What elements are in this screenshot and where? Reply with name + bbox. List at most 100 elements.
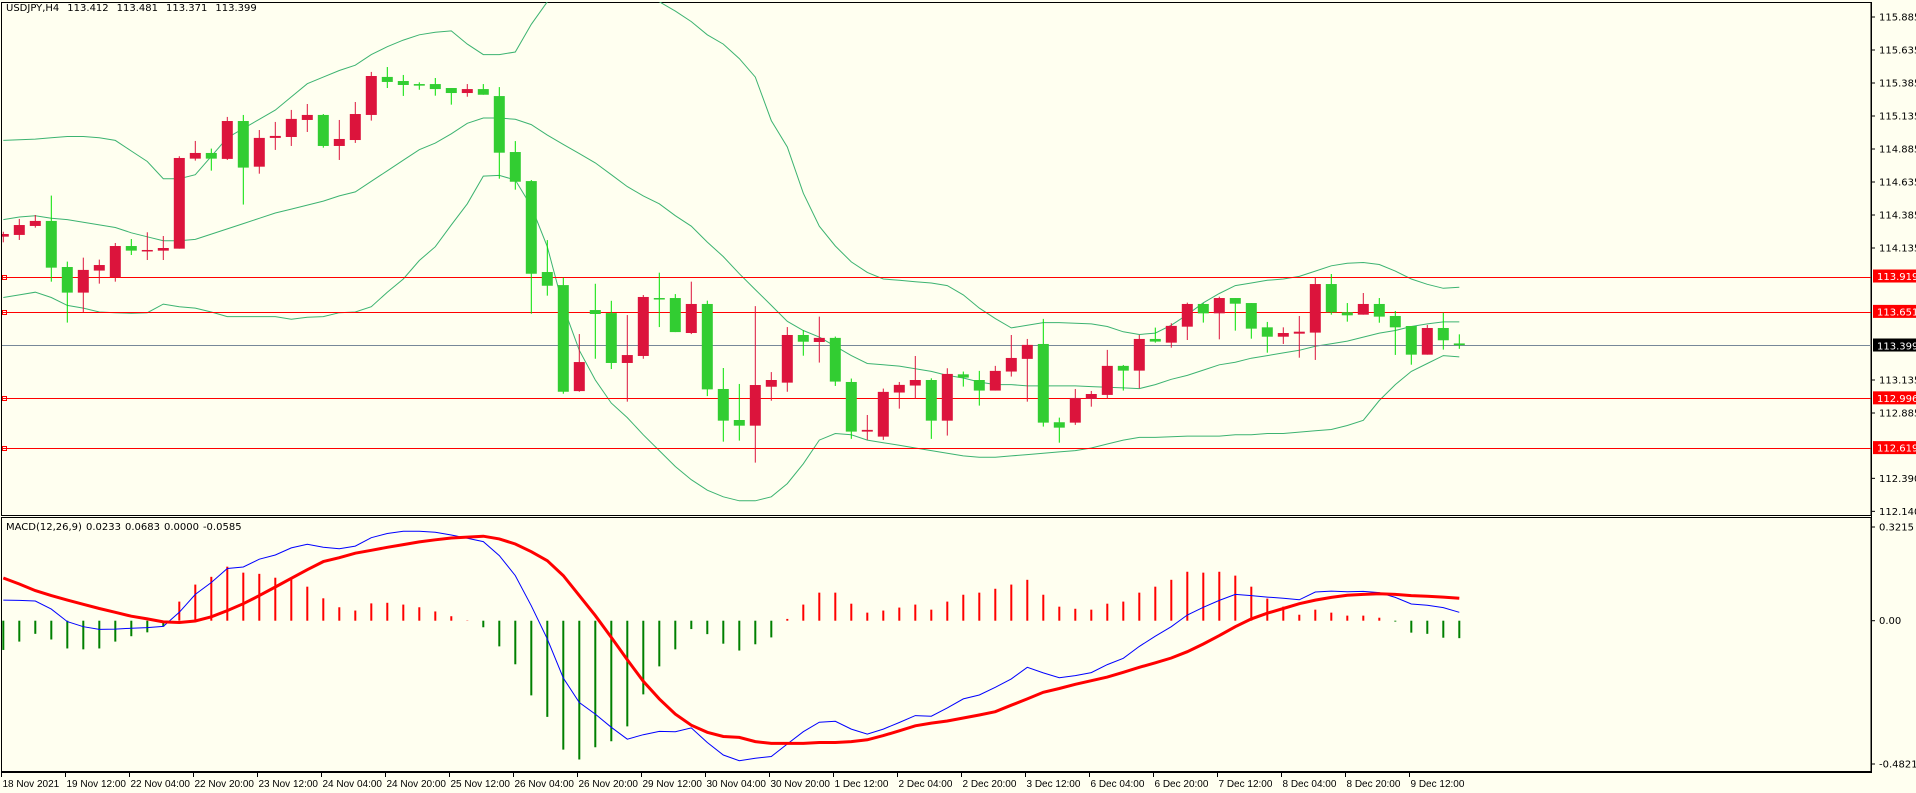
time-axis-label: 30 Nov 04:00	[707, 779, 767, 790]
chart-canvas[interactable]: 115.885 115.635 115.385 115.135 114.885 114.6…	[0, 0, 1916, 793]
time-axis-label: 24 Nov 20:00	[387, 779, 447, 790]
macd-value-4: -0.0585	[202, 522, 242, 533]
candle-body	[797, 334, 809, 342]
time-axis-label: 8 Dec 04:00	[1283, 779, 1337, 790]
candle-body	[861, 429, 873, 432]
time-axis-label: 1 Dec 12:00	[835, 779, 889, 790]
candle-body	[669, 298, 681, 333]
macd-axis-label: 0.3215	[1879, 523, 1914, 534]
quote-close: 113.399	[215, 3, 257, 14]
candle-body	[173, 157, 185, 249]
candle-body	[285, 118, 297, 137]
candle-body	[445, 88, 457, 94]
candle-body	[765, 380, 777, 387]
candle-body	[541, 272, 553, 286]
bull-candle	[781, 327, 793, 392]
macd-value-3: 0.0000	[163, 522, 199, 533]
macd-name: MACD(12,26,9)	[6, 522, 82, 533]
macd-value-1: 0.0233	[85, 522, 121, 533]
candle-body	[509, 152, 521, 182]
candle-body	[301, 114, 313, 120]
candle-body	[1437, 327, 1449, 341]
candle-body	[749, 385, 761, 426]
price-axis-label: 115.885	[1879, 13, 1916, 24]
bull-candle	[877, 388, 889, 440]
bear-candle	[701, 300, 713, 397]
candle-body	[1197, 303, 1209, 314]
macd-pane[interactable]	[1, 517, 1872, 772]
bull-candle	[637, 294, 649, 359]
candle-body	[253, 137, 265, 167]
price-axis-label: 114.385	[1879, 211, 1916, 222]
time-axis-label: 30 Nov 20:00	[771, 779, 831, 790]
candle-body	[1277, 333, 1289, 337]
bull-candle	[221, 116, 233, 160]
candle-body	[813, 337, 825, 342]
time-axis-label: 25 Nov 12:00	[451, 779, 511, 790]
candle-body	[1165, 325, 1177, 343]
candle-body	[1149, 338, 1161, 342]
candle-body	[925, 380, 937, 421]
candle-body	[877, 391, 889, 437]
candle-body	[61, 267, 73, 293]
candle-body	[1357, 303, 1369, 315]
candle-body	[589, 310, 601, 314]
candle-body	[317, 114, 329, 146]
bull-candle	[173, 156, 185, 249]
time-axis-label: 18 Nov 2021	[3, 779, 60, 790]
candle-body	[461, 89, 473, 94]
time-axis-label: 22 Nov 04:00	[131, 779, 191, 790]
candle-body	[1117, 365, 1129, 371]
candle-body	[1005, 357, 1017, 372]
candle-body	[1053, 422, 1065, 428]
candle-body	[845, 381, 857, 432]
candle-body	[1213, 298, 1225, 314]
candle-body	[493, 96, 505, 153]
candle-body	[269, 135, 281, 138]
candle-body	[333, 138, 345, 146]
price-axis-label: 112.140	[1879, 507, 1916, 518]
candle-body	[1293, 331, 1305, 334]
macd-axis-label: -0.4821	[1879, 760, 1916, 771]
price-axis-label: 115.385	[1879, 79, 1916, 90]
time-axis-label: 19 Nov 12:00	[67, 779, 127, 790]
candle-body	[621, 355, 633, 363]
time-axis-label: 29 Nov 12:00	[643, 779, 703, 790]
level-price-label: 113.919	[1877, 272, 1916, 283]
candle-body	[381, 76, 393, 82]
price-axis-label: 113.135	[1879, 376, 1916, 387]
candle-body	[1069, 397, 1081, 423]
macd-value-2: 0.0683	[124, 522, 160, 533]
candle-body	[733, 419, 745, 426]
candle-body	[1341, 312, 1353, 316]
candle-body	[109, 246, 121, 278]
time-axis-label: 2 Dec 20:00	[963, 779, 1017, 790]
candle-body	[1181, 303, 1193, 327]
candle-body	[1037, 343, 1049, 423]
bull-candle	[109, 242, 121, 282]
price-axis-label: 114.635	[1879, 178, 1916, 189]
bear-candle	[557, 277, 569, 394]
candle-body	[557, 285, 569, 392]
candle-body	[365, 76, 377, 115]
candle-body	[29, 220, 41, 226]
price-axis-label: 112.390	[1879, 474, 1916, 485]
macd-label: MACD(12,26,9) 0.0233 0.0683 0.0000 -0.0585	[6, 522, 246, 533]
candle-body	[605, 313, 617, 363]
time-axis-label: 23 Nov 12:00	[259, 779, 319, 790]
candle-body	[349, 114, 361, 141]
main-price-pane[interactable]	[1, 2, 1872, 516]
symbol-timeframe: USDJPY,H4	[6, 3, 60, 14]
candle-body	[829, 337, 841, 382]
candle-body	[1085, 393, 1097, 400]
time-axis-label: 26 Nov 04:00	[515, 779, 575, 790]
candle-body	[1421, 327, 1433, 355]
candle-body	[93, 265, 105, 271]
candle-body	[1229, 298, 1241, 304]
bull-candle	[1421, 324, 1433, 355]
candle-body	[1405, 326, 1417, 355]
quote-high: 113.481	[116, 3, 159, 14]
time-axis-label: 8 Dec 20:00	[1347, 779, 1401, 790]
bull-candle	[365, 71, 377, 121]
candle-body	[1133, 338, 1145, 371]
